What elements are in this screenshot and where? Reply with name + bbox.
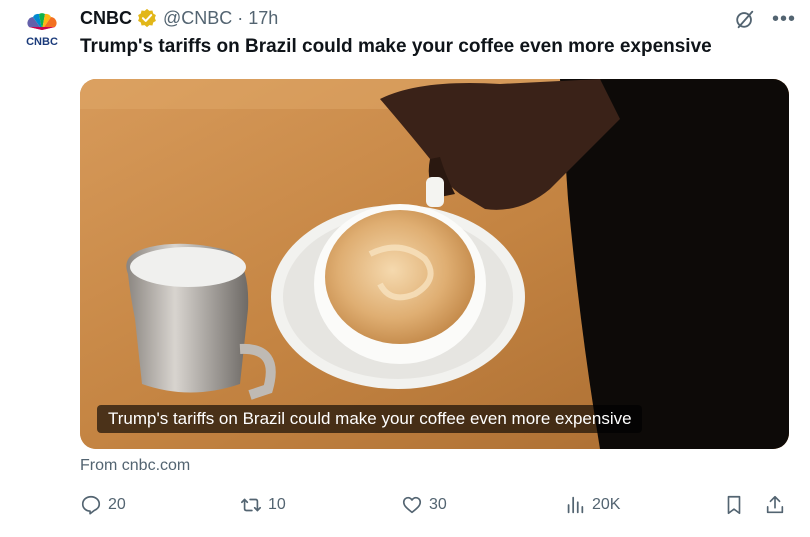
post-time[interactable]: 17h — [248, 8, 278, 29]
share-icon — [766, 495, 784, 514]
reply-count: 20 — [108, 496, 126, 513]
reply-icon — [81, 495, 101, 515]
separator-dot: · — [237, 7, 244, 28]
like-icon — [402, 496, 422, 514]
views-button[interactable]: 20K — [564, 494, 620, 516]
more-icon[interactable]: ••• — [772, 9, 796, 29]
logo-text: CNBC — [26, 36, 58, 48]
like-button[interactable]: 30 — [401, 494, 447, 516]
author-handle[interactable]: @CNBC — [163, 8, 232, 29]
grok-icon[interactable] — [734, 8, 756, 30]
author-name[interactable]: CNBC — [80, 8, 132, 29]
top-actions: ••• — [734, 8, 796, 30]
views-icon — [567, 496, 584, 514]
views-count: 20K — [592, 496, 621, 513]
tweet-text: Trump's tariffs on Brazil could make you… — [80, 36, 712, 57]
tweet-header: CNBC @CNBC · 17h — [80, 7, 278, 29]
bookmark-button[interactable] — [723, 494, 745, 516]
card-source[interactable]: From cnbc.com — [80, 457, 190, 475]
avatar[interactable]: CNBC — [18, 12, 66, 50]
verified-badge-icon[interactable] — [137, 8, 157, 28]
card-image — [80, 79, 789, 449]
cnbc-peacock-logo: CNBC — [26, 13, 58, 48]
repost-button[interactable]: 10 — [240, 494, 286, 516]
repost-icon — [241, 498, 261, 512]
share-button[interactable] — [764, 494, 786, 516]
card-caption: Trump's tariffs on Brazil could make you… — [97, 405, 642, 433]
like-count: 30 — [429, 496, 447, 513]
repost-count: 10 — [268, 496, 286, 513]
reply-button[interactable]: 20 — [80, 494, 126, 516]
link-card[interactable]: Trump's tariffs on Brazil could make you… — [80, 79, 789, 449]
bookmark-icon — [727, 495, 741, 515]
action-bar: 20 10 30 20K — [80, 494, 790, 522]
